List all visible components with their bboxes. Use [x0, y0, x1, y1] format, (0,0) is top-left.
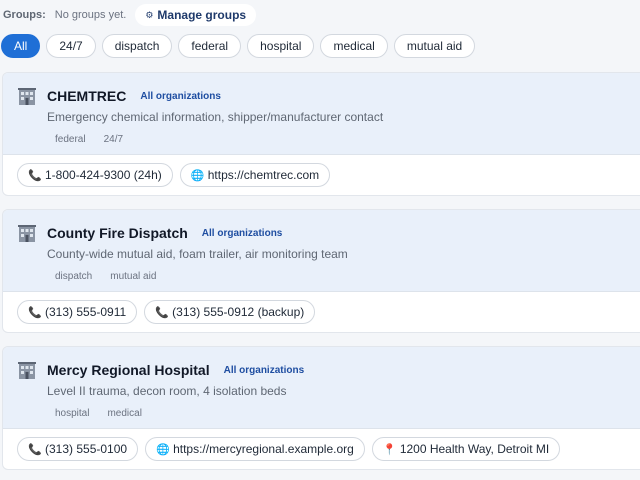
- globe-icon: 🌐: [156, 443, 170, 456]
- card-title: County Fire Dispatch: [47, 225, 188, 241]
- scope-link[interactable]: All organizations: [224, 365, 305, 376]
- card-description: Level II trauma, decon room, 4 isolation…: [47, 384, 287, 398]
- filter-chip-24-7[interactable]: 24/7: [46, 34, 96, 58]
- card-contacts: 📞 (313) 555-0100 🌐 https://mercyregional…: [3, 429, 640, 469]
- phone-contact[interactable]: 📞 (313) 555-0911: [17, 300, 138, 324]
- tag: dispatch: [55, 271, 93, 282]
- phone-icon: 📞: [28, 169, 42, 182]
- manage-groups-label: Manage groups: [157, 8, 247, 22]
- card-contacts: 📞 1-800-424-9300 (24h) 🌐 https://chemtre…: [3, 155, 640, 195]
- phone-contact[interactable]: 📞 1-800-424-9300 (24h): [17, 163, 173, 187]
- filter-chip-mutual-aid[interactable]: mutual aid: [393, 34, 476, 58]
- phone-icon: 📞: [155, 306, 169, 319]
- tag: mutual aid: [110, 271, 157, 282]
- filter-chip-hospital[interactable]: hospital: [247, 34, 315, 58]
- filter-chip-all[interactable]: All: [1, 34, 41, 58]
- card-title: CHEMTREC: [47, 88, 127, 104]
- contact-card: CHEMTREC All organizations Emergency che…: [2, 72, 640, 196]
- building-icon: [17, 223, 37, 243]
- phone-contact[interactable]: 📞 (313) 555-0912 (backup): [144, 300, 316, 324]
- groups-empty-text: No groups yet.: [54, 9, 127, 21]
- contact-card: Mercy Regional Hospital All organization…: [2, 346, 640, 470]
- contact-card: County Fire Dispatch All organizations C…: [2, 209, 640, 333]
- card-header: Mercy Regional Hospital All organization…: [3, 347, 640, 429]
- contact-text: (313) 555-0911: [45, 305, 127, 319]
- contact-text: (313) 555-0912 (backup): [172, 305, 305, 319]
- card-contacts: 📞 (313) 555-0911 📞 (313) 555-0912 (backu…: [3, 292, 640, 332]
- address-contact[interactable]: 📍 1200 Health Way, Detroit MI: [371, 437, 561, 461]
- card-title: Mercy Regional Hospital: [47, 362, 210, 378]
- contact-text: 1-800-424-9300 (24h): [45, 168, 162, 182]
- tag: 24/7: [103, 134, 124, 145]
- filter-chip-medical[interactable]: medical: [320, 34, 388, 58]
- phone-icon: 📞: [28, 443, 42, 456]
- tag: hospital: [55, 408, 90, 419]
- card-description: County-wide mutual aid, foam trailer, ai…: [47, 247, 348, 261]
- website-contact[interactable]: 🌐 https://mercyregional.example.org: [145, 437, 365, 461]
- scope-link[interactable]: All organizations: [140, 91, 221, 102]
- filter-chip-federal[interactable]: federal: [178, 34, 242, 58]
- filter-chip-dispatch[interactable]: dispatch: [101, 34, 173, 58]
- phone-icon: 📞: [28, 306, 42, 319]
- scope-link[interactable]: All organizations: [202, 228, 283, 239]
- contact-text: https://chemtrec.com: [207, 168, 320, 182]
- filter-chips: All 24/7 dispatch federal hospital medic…: [1, 34, 476, 58]
- phone-contact[interactable]: 📞 (313) 555-0100: [17, 437, 139, 461]
- manage-groups-button[interactable]: ⚙ Manage groups: [135, 4, 257, 26]
- contact-text: https://mercyregional.example.org: [173, 442, 354, 456]
- card-header: County Fire Dispatch All organizations C…: [3, 210, 640, 292]
- tag: federal: [55, 134, 86, 145]
- gear-icon: ⚙: [145, 9, 154, 20]
- map-pin-icon: 📍: [382, 443, 397, 456]
- contact-text: 1200 Health Way, Detroit MI: [399, 442, 550, 456]
- building-icon: [17, 86, 37, 106]
- card-description: Emergency chemical information, shipper/…: [47, 110, 384, 124]
- globe-icon: 🌐: [190, 169, 205, 182]
- website-contact[interactable]: 🌐 https://chemtrec.com: [179, 163, 331, 187]
- tag: medical: [107, 408, 142, 419]
- groups-label: Groups:: [3, 9, 46, 21]
- contact-text: (313) 555-0100: [45, 442, 128, 456]
- building-icon: [17, 360, 37, 380]
- card-header: CHEMTREC All organizations Emergency che…: [3, 73, 640, 155]
- groups-bar: Groups: No groups yet. ⚙ Manage groups: [0, 3, 257, 27]
